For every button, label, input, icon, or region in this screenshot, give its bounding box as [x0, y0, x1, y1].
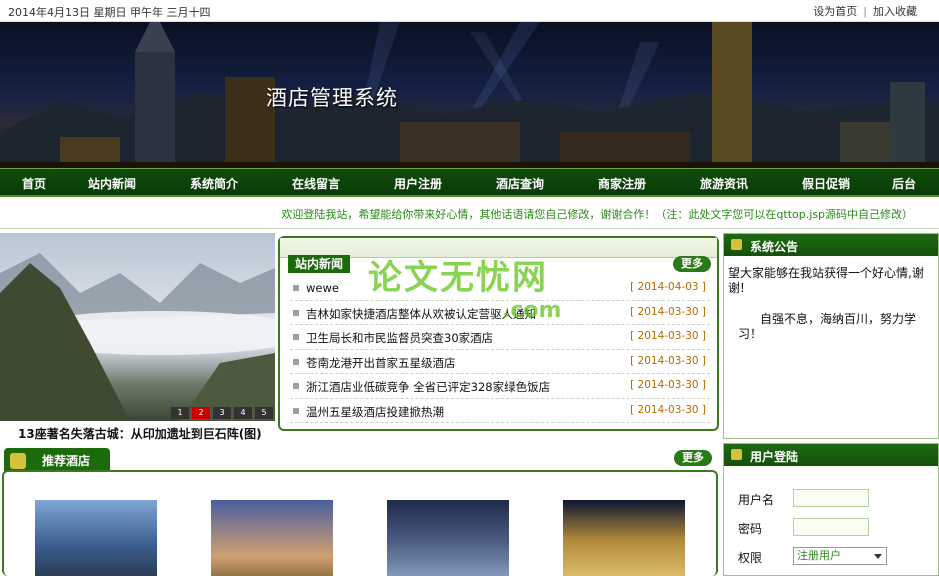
- news-item-title[interactable]: 苍南龙港开出首家五星级酒店: [306, 355, 456, 371]
- welcome-bar: 欢迎登陆我站，希望能给你带来好心情，其他话语请您自己修改，谢谢合作！（注：此处文…: [0, 199, 939, 229]
- site-news-title: 站内新闻: [288, 255, 351, 273]
- news-item[interactable]: 吉林如家快捷酒店整体从欢被认定营驱人通知[ 2014-03-30 ]: [290, 301, 710, 325]
- role-select-value: 注册用户: [797, 549, 841, 562]
- notice-line: 自强不息，海纳百川，努力学习！: [738, 312, 917, 341]
- nav-item-admin[interactable]: 后台: [892, 175, 916, 192]
- top-bar: 2014年4月13日 星期日 甲午年 三月十四 设为首页 | 加入收藏: [0, 0, 939, 22]
- password-label: 密码: [738, 522, 763, 536]
- nav-item-online-message[interactable]: 在线留言: [292, 175, 340, 192]
- chevron-down-icon: [874, 554, 882, 559]
- slideshow-pager: 1 2 3 4 5: [171, 407, 273, 419]
- system-notice-title: 系统公告: [750, 240, 799, 254]
- recommended-hotels-tab: 推荐酒店: [4, 448, 110, 472]
- role-label: 权限: [738, 551, 763, 565]
- bullet-icon: [293, 334, 299, 340]
- set-home-link[interactable]: 设为首页: [813, 5, 857, 18]
- news-item-title[interactable]: 浙江酒店业低碳竞争 全省已评定328家绿色饭店: [306, 379, 550, 395]
- username-label: 用户名: [738, 493, 775, 507]
- nav-item-site-news[interactable]: 站内新闻: [88, 175, 136, 192]
- system-notice-header: 系统公告: [724, 234, 938, 256]
- bullet-icon: [293, 407, 299, 414]
- news-item[interactable]: 苍南龙港开出首家五星级酒店 [ 2014-03-30 ]: [290, 350, 710, 374]
- top-links-separator: |: [863, 5, 867, 18]
- main-nav: 首页 站内新闻 系统简介 在线留言 用户注册 酒店查询 商家注册 旅游资讯 假日…: [0, 168, 939, 197]
- add-favorite-link[interactable]: 加入收藏: [873, 5, 917, 18]
- user-icon: [10, 453, 26, 469]
- hotel-thumbnail[interactable]: [211, 500, 333, 576]
- news-item[interactable]: 浙江酒店业低碳竞争 全省已评定328家绿色饭店 [ 2014-03-30 ]: [290, 374, 710, 399]
- slideshow[interactable]: 1 2 3 4 5: [0, 233, 275, 421]
- news-item-date: [ 2014-03-30 ]: [630, 354, 706, 367]
- site-title: 酒店管理系统: [266, 86, 398, 110]
- role-select[interactable]: 注册用户: [793, 547, 887, 565]
- watermark-text: 论文无忧网: [368, 258, 548, 298]
- date-text: 2014年4月13日 星期日 甲午年 三月十四: [8, 6, 211, 19]
- notice-icon: [731, 239, 742, 250]
- news-item-date: [ 2014-04-03 ]: [630, 281, 706, 293]
- notice-line: 望大家能够在我站获得一个好心情,谢谢!: [728, 266, 924, 295]
- recommended-hotels-title: 推荐酒店: [42, 454, 91, 468]
- slideshow-page-1[interactable]: 1: [171, 407, 189, 419]
- hotel-thumbnail[interactable]: [387, 500, 509, 576]
- site-news-more-button[interactable]: 更多: [673, 256, 711, 272]
- bullet-icon: [293, 358, 299, 365]
- news-item[interactable]: 温州五星级酒店投建掀热潮 [ 2014-03-30 ]: [290, 399, 710, 423]
- user-login-title: 用户登陆: [750, 450, 799, 464]
- user-login-panel: 用户登陆 用户名 密码 权限 注册用户: [723, 443, 939, 576]
- news-item-title[interactable]: 卫生局长和市民监督员突查30家酒店: [306, 330, 493, 346]
- slideshow-page-3[interactable]: 3: [213, 407, 231, 419]
- nav-item-travel-info[interactable]: 旅游资讯: [700, 175, 748, 192]
- slideshow-page-2[interactable]: 2: [192, 407, 210, 419]
- slideshow-mountain-image: [0, 253, 275, 421]
- bullet-icon: [293, 383, 299, 389]
- news-item-title[interactable]: wewe: [306, 281, 339, 295]
- news-item-title[interactable]: 温州五星级酒店投建掀热潮: [306, 404, 444, 420]
- hotel-thumbnail[interactable]: [35, 500, 157, 576]
- watermark-domain: .com: [502, 298, 562, 323]
- recommended-hotels-more-button[interactable]: 更多: [674, 450, 712, 466]
- news-item-date: [ 2014-03-30 ]: [630, 379, 706, 391]
- news-item-date: [ 2014-03-30 ]: [630, 330, 706, 342]
- slideshow-caption[interactable]: 13座著名失落古城：从印加遗址到巨石阵(图): [18, 425, 262, 442]
- hotel-thumbnail[interactable]: [563, 500, 685, 576]
- system-notice-body: 望大家能够在我站获得一个好心情,谢谢! 自强不息，海纳百川，努力学习！: [728, 266, 932, 358]
- news-item-date: [ 2014-03-30 ]: [630, 403, 706, 416]
- bullet-icon: [293, 285, 299, 291]
- slideshow-page-5[interactable]: 5: [255, 407, 273, 419]
- nav-item-holiday-promo[interactable]: 假日促销: [802, 175, 850, 192]
- nav-item-home[interactable]: 首页: [22, 175, 46, 192]
- news-item[interactable]: 卫生局长和市民监督员突查30家酒店 [ 2014-03-30 ]: [290, 325, 710, 350]
- username-input[interactable]: [793, 489, 869, 507]
- top-links: 设为首页 | 加入收藏: [813, 3, 917, 19]
- banner-cityscape-image: [0, 22, 939, 168]
- nav-item-system-intro[interactable]: 系统简介: [190, 175, 238, 192]
- nav-item-merchant-register[interactable]: 商家注册: [598, 175, 646, 192]
- user-login-header: 用户登陆: [724, 444, 938, 466]
- slideshow-page-4[interactable]: 4: [234, 407, 252, 419]
- bullet-icon: [293, 309, 299, 316]
- nav-item-hotel-search[interactable]: 酒店查询: [496, 175, 544, 192]
- system-notice-panel: 系统公告 望大家能够在我站获得一个好心情,谢谢! 自强不息，海纳百川，努力学习！: [723, 233, 939, 439]
- recommended-hotels-panel: 推荐酒店 更多: [0, 446, 720, 576]
- login-icon: [731, 449, 742, 460]
- news-item-date: [ 2014-03-30 ]: [630, 305, 706, 318]
- nav-item-user-register[interactable]: 用户注册: [394, 175, 442, 192]
- banner: 酒店管理系统: [0, 22, 939, 168]
- password-input[interactable]: [793, 518, 869, 536]
- welcome-text: 欢迎登陆我站，希望能给你带来好心情，其他话语请您自己修改，谢谢合作！（注：此处文…: [281, 208, 913, 221]
